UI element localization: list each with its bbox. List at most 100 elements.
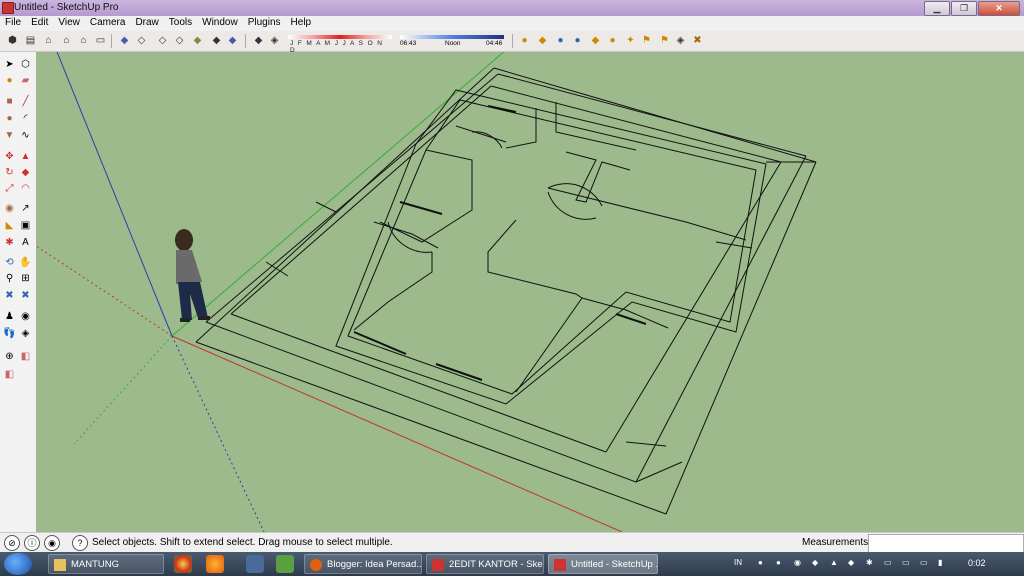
- warehouse-icon[interactable]: ●: [554, 34, 567, 47]
- menu-tools[interactable]: Tools: [164, 16, 197, 31]
- menu-window[interactable]: Window: [197, 16, 243, 31]
- left-view-icon[interactable]: ▭: [94, 34, 107, 47]
- orbit-icon[interactable]: ⟲: [3, 256, 16, 269]
- clock[interactable]: 0:02: [968, 558, 986, 568]
- wireframe-icon[interactable]: ◇: [135, 34, 148, 47]
- shadow-toggle-icon[interactable]: ◈: [268, 34, 281, 47]
- walk-icon[interactable]: 👣: [3, 327, 16, 340]
- tray-icon[interactable]: ◆: [812, 558, 818, 567]
- restore-button[interactable]: ❐: [951, 1, 977, 16]
- protractor-icon[interactable]: ◣: [3, 219, 16, 232]
- task-2edit-kantor[interactable]: 2EDIT KANTOR - Ske...: [426, 554, 544, 574]
- extension-icon[interactable]: ●: [606, 34, 619, 47]
- start-button[interactable]: [4, 553, 32, 575]
- rotate-icon[interactable]: ↻: [3, 166, 16, 179]
- monochrome-icon[interactable]: ◆: [210, 34, 223, 47]
- firefox-pin-icon[interactable]: [206, 555, 224, 573]
- task-mantung[interactable]: MANTUNG: [48, 554, 164, 574]
- line-icon[interactable]: ╱: [19, 95, 32, 108]
- dimension-icon[interactable]: ↗: [19, 202, 32, 215]
- menu-view[interactable]: View: [53, 16, 85, 31]
- tray-icon[interactable]: ◆: [848, 558, 854, 567]
- help-icon[interactable]: ?: [72, 535, 88, 551]
- menu-file[interactable]: File: [0, 16, 26, 31]
- close-button[interactable]: ✕: [978, 1, 1020, 16]
- paint-bucket-icon[interactable]: ●: [3, 74, 16, 87]
- minimize-button[interactable]: ▁: [924, 1, 950, 16]
- signal-icon[interactable]: ▮: [938, 558, 942, 567]
- move-icon[interactable]: ✥: [3, 150, 16, 163]
- axes-icon[interactable]: ✱: [3, 236, 16, 249]
- iso-view-icon[interactable]: ⬢: [6, 34, 19, 47]
- menu-help[interactable]: Help: [286, 16, 317, 31]
- text-icon[interactable]: ▣: [19, 219, 32, 232]
- chrome-icon[interactable]: [174, 555, 192, 573]
- look-around-icon[interactable]: ◉: [19, 310, 32, 323]
- section-display-icon[interactable]: ⊕: [3, 350, 16, 363]
- menu-edit[interactable]: Edit: [26, 16, 53, 31]
- menu-plugins[interactable]: Plugins: [243, 16, 286, 31]
- sandbox-icon[interactable]: ✦: [624, 34, 637, 47]
- share-model-icon[interactable]: ●: [571, 34, 584, 47]
- geo-status-icon[interactable]: ⊘: [4, 535, 20, 551]
- tray-icon[interactable]: ◉: [794, 558, 801, 567]
- push-pull-icon[interactable]: ▲: [19, 150, 32, 163]
- app-pin-icon[interactable]: [246, 555, 264, 573]
- components-icon[interactable]: ◆: [589, 34, 602, 47]
- app-pin-icon[interactable]: [276, 555, 294, 573]
- shadow-month-slider[interactable]: J F M A M J J A S O N D: [288, 35, 392, 54]
- smoove-icon[interactable]: ◈: [674, 34, 687, 47]
- select-arrow-icon[interactable]: ➤: [3, 58, 16, 71]
- language-indicator[interactable]: IN: [734, 558, 742, 567]
- menu-draw[interactable]: Draw: [130, 16, 163, 31]
- shadow-settings-icon[interactable]: ◆: [252, 34, 265, 47]
- freehand-icon[interactable]: ∿: [19, 129, 32, 142]
- tray-icon[interactable]: ▭: [884, 558, 892, 567]
- section-plane-icon[interactable]: ◈: [19, 327, 32, 340]
- style-icon[interactable]: ◆: [226, 34, 239, 47]
- photo-textures-icon[interactable]: ◆: [536, 34, 549, 47]
- user-status-icon[interactable]: ◉: [44, 535, 60, 551]
- arc-icon[interactable]: ◜: [19, 112, 32, 125]
- offset-icon[interactable]: ◠: [19, 182, 32, 195]
- tray-icon[interactable]: ●: [776, 558, 781, 567]
- circle-icon[interactable]: ●: [3, 112, 16, 125]
- 3d-text-icon[interactable]: A: [19, 236, 32, 249]
- xray-icon[interactable]: ◆: [118, 34, 131, 47]
- shaded-textures-icon[interactable]: ◆: [191, 34, 204, 47]
- section-cut-icon[interactable]: ◧: [19, 350, 32, 363]
- pan-icon[interactable]: ✋: [19, 256, 32, 269]
- drape-icon[interactable]: ✖: [691, 34, 704, 47]
- flag-icon[interactable]: ⚑: [658, 34, 671, 47]
- shadow-time-slider[interactable]: 06:43 Noon 04:46: [400, 35, 504, 47]
- bluetooth-icon[interactable]: ✱: [866, 558, 873, 567]
- tray-icon[interactable]: ▭: [920, 558, 928, 567]
- previous-view-icon[interactable]: ✖: [19, 289, 32, 302]
- polygon-icon[interactable]: ▼: [3, 129, 16, 142]
- task-blogger[interactable]: Blogger: Idea Persad...: [304, 554, 422, 574]
- tray-icon[interactable]: ●: [758, 558, 763, 567]
- flag-icon[interactable]: ⚑: [640, 34, 653, 47]
- drawing-viewport[interactable]: [0, 0, 1024, 533]
- credits-icon[interactable]: ⓘ: [24, 535, 40, 551]
- scale-icon[interactable]: ⤢: [3, 182, 16, 195]
- task-untitled-sketchup[interactable]: Untitled - SketchUp ...: [548, 554, 658, 574]
- rectangle-icon[interactable]: ■: [3, 95, 16, 108]
- right-view-icon[interactable]: ⌂: [60, 34, 73, 47]
- geo-location-icon[interactable]: ●: [518, 34, 531, 47]
- measurements-input[interactable]: [868, 534, 1024, 553]
- front-view-icon[interactable]: ⌂: [42, 34, 55, 47]
- zoom-extents-icon[interactable]: ✖: [3, 289, 16, 302]
- hidden-line-icon[interactable]: ◇: [156, 34, 169, 47]
- tape-measure-icon[interactable]: ◉: [3, 202, 16, 215]
- make-component-icon[interactable]: ⬡: [19, 58, 32, 71]
- tray-icon[interactable]: ▭: [902, 558, 910, 567]
- tray-icon[interactable]: ▲: [830, 558, 838, 567]
- zoom-window-icon[interactable]: ⊞: [19, 272, 32, 285]
- top-view-icon[interactable]: ▤: [24, 34, 37, 47]
- follow-me-icon[interactable]: ◆: [19, 166, 32, 179]
- shaded-icon[interactable]: ◇: [173, 34, 186, 47]
- position-camera-icon[interactable]: ♟: [3, 310, 16, 323]
- sandbox-tool-icon[interactable]: ◧: [3, 368, 16, 381]
- eraser-icon[interactable]: ▰: [19, 74, 32, 87]
